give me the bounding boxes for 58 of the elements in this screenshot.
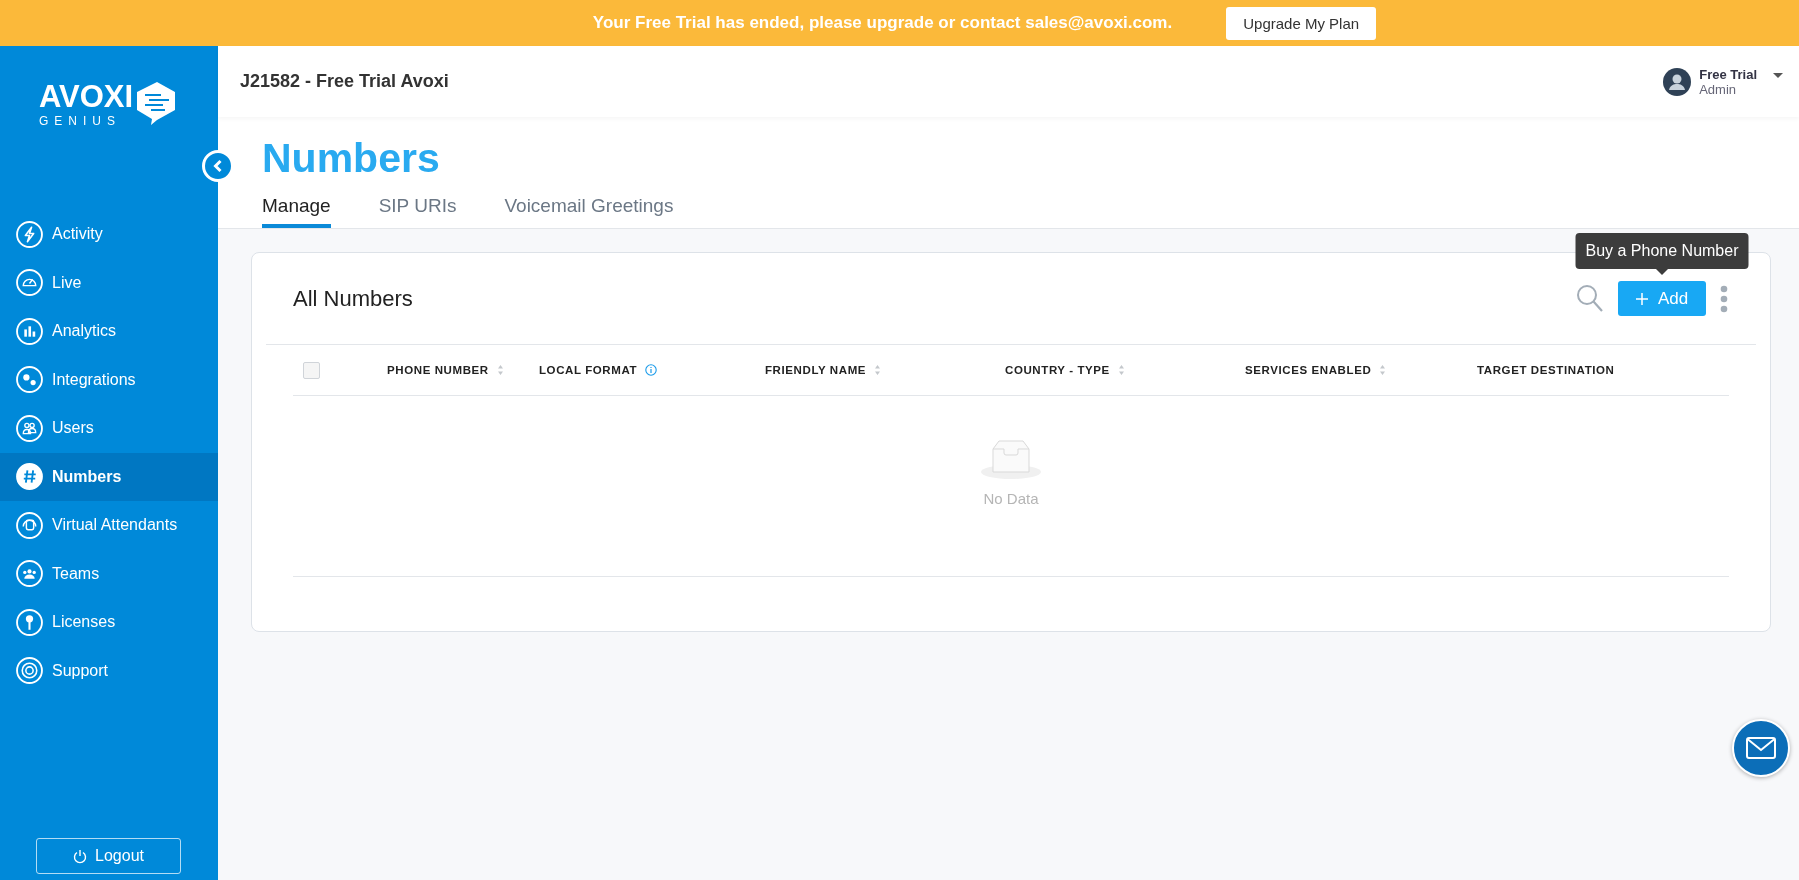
column-header: COUNTRY - TYPE — [1005, 364, 1110, 376]
tooltip: Buy a Phone Number — [1575, 233, 1749, 269]
column-header: TARGET DESTINATION — [1477, 364, 1615, 376]
sort-icon[interactable] — [496, 364, 504, 376]
user-name: Free Trial — [1699, 66, 1757, 82]
column-header: FRIENDLY NAME — [765, 364, 867, 376]
nav-icon — [16, 414, 43, 442]
nav-icon — [16, 366, 43, 394]
logo-tagline: GENIUS — [38, 114, 121, 128]
nav-item[interactable]: Virtual Attendants — [0, 501, 218, 550]
chat-button[interactable] — [1732, 719, 1790, 777]
power-icon — [73, 848, 88, 864]
search-icon[interactable] — [1576, 283, 1604, 314]
nav-item[interactable]: Activity — [0, 210, 218, 259]
more-icon[interactable] — [1720, 284, 1728, 313]
upgrade-button[interactable]: Upgrade My Plan — [1226, 6, 1377, 40]
card-title: All Numbers — [293, 285, 413, 312]
nav-icon — [16, 317, 43, 345]
tab[interactable]: Manage — [262, 189, 331, 228]
logo-wordmark: AVOXI — [38, 80, 134, 114]
empty-message: No Data — [983, 490, 1039, 507]
nav-icon — [16, 220, 43, 248]
column-header: SERVICES ENABLED — [1245, 364, 1372, 376]
info-icon[interactable] — [645, 364, 658, 376]
nav-item[interactable]: Integrations — [0, 355, 218, 404]
page-title: Numbers — [262, 134, 441, 182]
nav-item[interactable]: Support — [0, 646, 218, 695]
sort-icon[interactable] — [1117, 364, 1125, 376]
tab[interactable]: Voicemail Greetings — [504, 189, 674, 228]
user-role: Admin — [1699, 81, 1738, 97]
nav-item[interactable]: Licenses — [0, 598, 218, 647]
logout-button[interactable]: Logout — [36, 838, 181, 874]
nav-icon — [16, 511, 43, 539]
mail-icon — [1746, 737, 1776, 759]
chevron-left-icon — [212, 159, 224, 173]
nav-icon — [16, 560, 43, 588]
nav-icon — [16, 608, 43, 636]
caret-icon[interactable] — [1773, 72, 1783, 79]
nav-icon — [16, 657, 43, 685]
banner-message: Your Free Trial has ended, please upgrade or contact sales@avoxi.com. — [592, 13, 1173, 33]
nav-item[interactable]: Users — [0, 404, 218, 453]
nav-item[interactable]: Numbers — [0, 452, 218, 501]
nav-icon — [16, 463, 43, 491]
sort-icon[interactable] — [874, 364, 882, 376]
account-name: J21582 - Free Trial Avoxi — [240, 71, 449, 92]
select-all-checkbox[interactable] — [303, 361, 320, 379]
column-header: PHONE NUMBER — [387, 364, 489, 376]
nav-item[interactable]: Analytics — [0, 307, 218, 356]
nav-item[interactable]: Live — [0, 258, 218, 307]
column-header: LOCAL FORMAT — [539, 364, 638, 376]
nav-item[interactable]: Teams — [0, 549, 218, 598]
add-button[interactable]: Add — [1618, 281, 1706, 316]
tab[interactable]: SIP URIs — [378, 189, 457, 228]
nav-icon — [16, 269, 43, 297]
avatar-icon[interactable] — [1663, 67, 1692, 96]
sort-icon[interactable] — [1379, 364, 1387, 376]
plus-icon — [1635, 292, 1648, 305]
tooltip-pointer — [1656, 269, 1668, 275]
